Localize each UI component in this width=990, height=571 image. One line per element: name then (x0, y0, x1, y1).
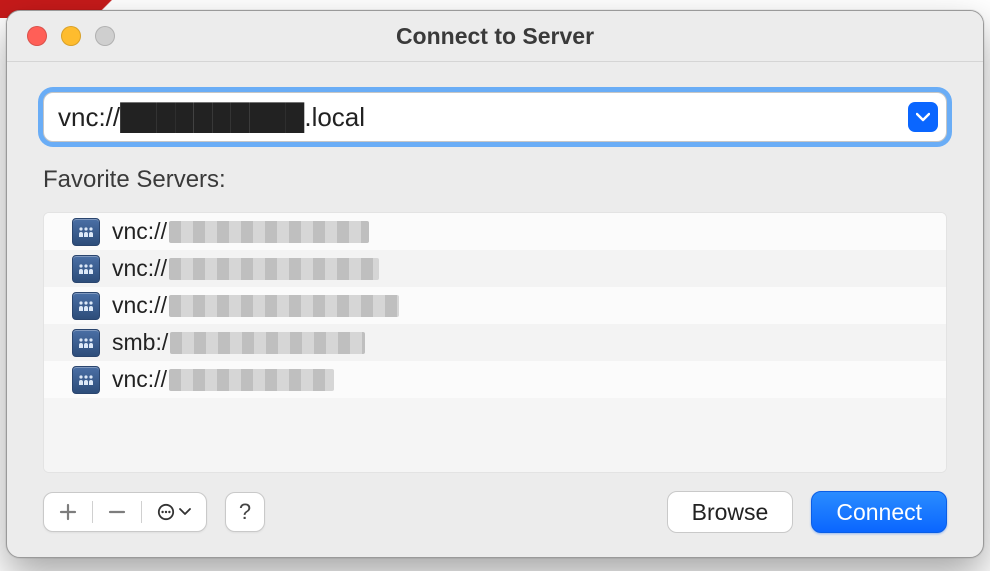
connect-button-label: Connect (836, 499, 922, 526)
favorite-server-prefix: vnc:// (112, 218, 167, 245)
redacted-text (169, 369, 334, 391)
minus-icon (108, 503, 126, 521)
server-icon (72, 329, 100, 357)
titlebar: Connect to Server (7, 11, 983, 62)
favorite-server-item[interactable]: vnc:// (44, 361, 946, 398)
list-empty-row (44, 398, 946, 435)
close-window-button[interactable] (27, 26, 47, 46)
favorite-server-item[interactable]: vnc:// (44, 250, 946, 287)
chevron-down-icon (179, 508, 191, 516)
ellipsis-circle-icon (157, 503, 175, 521)
connect-to-server-window: Connect to Server Favorite Servers: vnc:… (6, 10, 984, 558)
redacted-text (169, 295, 399, 317)
server-icon (72, 218, 100, 246)
minimize-window-button[interactable] (61, 26, 81, 46)
browse-button[interactable]: Browse (667, 491, 794, 533)
plus-icon (59, 503, 77, 521)
help-button[interactable]: ? (225, 492, 265, 532)
zoom-window-button (95, 26, 115, 46)
redacted-text (169, 258, 379, 280)
footer-toolbar: ? Browse Connect (43, 491, 947, 533)
remove-favorite-button (103, 498, 131, 526)
action-menu-button[interactable] (152, 498, 196, 526)
server-address-combobox[interactable] (43, 92, 947, 142)
favorite-server-prefix: vnc:// (112, 255, 167, 282)
favorite-server-prefix: smb:/ (112, 329, 168, 356)
recent-servers-dropdown-button[interactable] (908, 102, 938, 132)
server-icon (72, 366, 100, 394)
add-favorite-button (54, 498, 82, 526)
favorite-servers-list[interactable]: vnc:// vnc:// vnc:// smb:/ (43, 212, 947, 473)
favorite-server-item[interactable]: vnc:// (44, 213, 946, 250)
favorite-server-item[interactable]: vnc:// (44, 287, 946, 324)
favorite-server-prefix: vnc:// (112, 366, 167, 393)
server-address-input[interactable] (58, 102, 908, 133)
divider (141, 501, 142, 523)
chevron-down-icon (916, 112, 930, 122)
favorites-section-label: Favorite Servers: (43, 166, 947, 194)
window-title: Connect to Server (7, 23, 983, 50)
redacted-text (169, 221, 369, 243)
server-icon (72, 255, 100, 283)
connect-button[interactable]: Connect (811, 491, 947, 533)
server-icon (72, 292, 100, 320)
favorite-server-item[interactable]: smb:/ (44, 324, 946, 361)
favorite-server-prefix: vnc:// (112, 292, 167, 319)
divider (92, 501, 93, 523)
list-edit-tools (43, 492, 207, 532)
redacted-text (170, 332, 365, 354)
list-empty-row (44, 435, 946, 472)
question-mark-icon: ? (239, 499, 251, 525)
browse-button-label: Browse (692, 499, 769, 526)
